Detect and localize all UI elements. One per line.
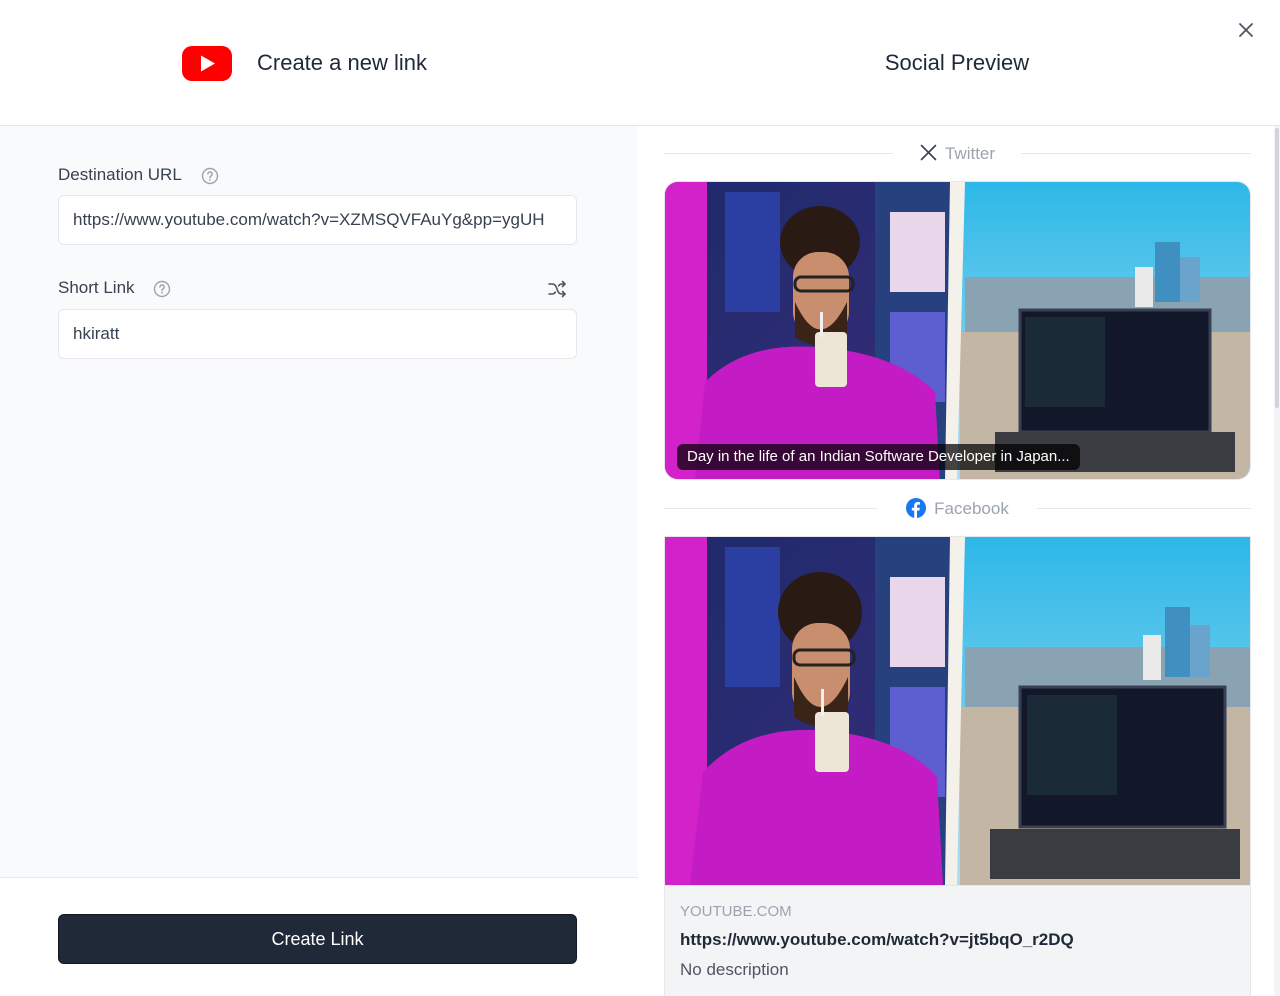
scrollbar-thumb[interactable]	[1275, 128, 1279, 408]
video-thumbnail-image	[665, 537, 1250, 885]
facebook-domain: YOUTUBE.COM	[680, 903, 792, 920]
destination-url-input[interactable]	[58, 195, 577, 245]
twitter-divider: Twitter	[664, 142, 1251, 166]
form-title: Create a new link	[257, 50, 427, 75]
form-body: Destination URL Short Link	[0, 126, 638, 877]
form-header: Create a new link	[0, 0, 638, 126]
question-circle-icon[interactable]	[201, 167, 219, 185]
facebook-preview-card[interactable]: YOUTUBE.COM https://www.youtube.com/watc…	[664, 536, 1251, 996]
close-icon[interactable]	[1236, 20, 1256, 40]
facebook-link-meta: YOUTUBE.COM https://www.youtube.com/watc…	[665, 885, 1250, 996]
short-link-input[interactable]	[58, 309, 577, 359]
facebook-divider: Facebook	[664, 497, 1251, 521]
social-preview-panel: Social Preview Twitter Day in the life o…	[638, 0, 1280, 996]
create-link-modal: Create a new link Destination URL Short …	[0, 0, 1280, 996]
shuffle-icon[interactable]	[546, 278, 568, 300]
short-link-label: Short Link	[58, 278, 135, 297]
facebook-logo-icon	[906, 497, 927, 518]
question-circle-icon[interactable]	[153, 280, 171, 298]
create-link-button[interactable]: Create Link	[58, 914, 577, 964]
twitter-caption: Day in the life of an Indian Software De…	[677, 444, 1080, 470]
destination-url-label: Destination URL	[58, 165, 182, 184]
facebook-description: No description	[680, 960, 789, 979]
twitter-preview-card[interactable]: Day in the life of an Indian Software De…	[664, 181, 1251, 480]
x-logo-icon	[920, 144, 937, 161]
facebook-title: https://www.youtube.com/watch?v=jt5bqO_r…	[680, 930, 1074, 949]
facebook-label: Facebook	[934, 499, 1009, 518]
preview-title: Social Preview	[884, 50, 1030, 75]
link-form-panel: Create a new link Destination URL Short …	[0, 0, 638, 996]
form-footer: Create Link	[0, 877, 638, 996]
preview-header: Social Preview	[638, 0, 1280, 126]
twitter-label: Twitter	[944, 144, 996, 163]
youtube-logo-icon	[182, 46, 232, 81]
video-thumbnail-image	[665, 182, 1250, 479]
